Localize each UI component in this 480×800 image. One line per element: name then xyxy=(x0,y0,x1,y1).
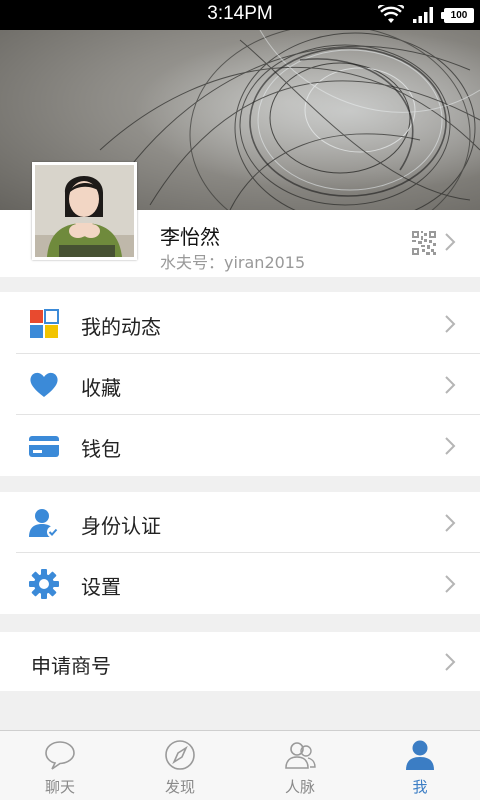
menu-group-business: 申请商号 xyxy=(0,632,480,691)
user-icon xyxy=(406,740,434,770)
menu-item-apply-business-account[interactable]: 申请商号 xyxy=(0,632,480,693)
tab-label: 人脉 xyxy=(284,778,315,796)
profile-name: 李怡然 xyxy=(160,225,220,249)
wifi-icon xyxy=(378,5,404,23)
menu-item-label: 钱包 xyxy=(81,437,121,461)
profile-id: 水夫号：yiran2015 xyxy=(160,253,306,272)
battery-icon: 100 xyxy=(441,7,474,23)
menu-item-favorites[interactable]: 收藏 xyxy=(0,354,480,415)
grid-squares-icon xyxy=(30,309,59,338)
menu-group-account: 身份认证 设置 xyxy=(0,492,480,614)
menu-item-label: 收藏 xyxy=(81,376,121,400)
verified-user-icon xyxy=(29,509,59,538)
menu-item-identity-verification[interactable]: 身份认证 xyxy=(0,492,480,553)
menu-item-wallet[interactable]: 钱包 xyxy=(0,415,480,476)
tab-contacts[interactable]: 人脉 xyxy=(240,731,360,800)
menu-item-label: 我的动态 xyxy=(81,315,161,339)
gear-icon xyxy=(29,569,59,599)
menu-item-settings[interactable]: 设置 xyxy=(0,553,480,614)
heart-icon xyxy=(30,372,58,397)
chevron-right-icon xyxy=(445,514,456,532)
tab-label: 我 xyxy=(412,778,428,796)
tab-discover[interactable]: 发现 xyxy=(120,731,240,800)
tab-label: 发现 xyxy=(164,778,195,796)
status-bar: 3:14PM 100 xyxy=(0,0,480,30)
status-icons: 100 xyxy=(378,4,474,26)
tab-label: 聊天 xyxy=(44,778,75,796)
tab-chat[interactable]: 聊天 xyxy=(0,731,120,800)
menu-item-label: 申请商号 xyxy=(31,654,111,678)
tab-me[interactable]: 我 xyxy=(360,731,480,800)
wallet-card-icon xyxy=(29,436,59,457)
menu-group-activity: 我的动态 收藏 钱包 xyxy=(0,292,480,476)
chevron-right-icon xyxy=(445,315,456,333)
menu-item-label: 身份认证 xyxy=(81,514,161,538)
chevron-right-icon xyxy=(445,575,456,593)
compass-icon xyxy=(165,740,195,770)
contacts-icon xyxy=(285,742,316,769)
chevron-right-icon xyxy=(445,437,456,455)
chevron-right-icon xyxy=(445,376,456,394)
menu-item-my-posts[interactable]: 我的动态 xyxy=(0,293,480,354)
qr-code-icon[interactable] xyxy=(412,231,436,255)
signal-icon xyxy=(413,7,433,23)
avatar[interactable] xyxy=(32,162,137,260)
bottom-tab-bar: 聊天 发现 人脉 我 xyxy=(0,730,480,800)
chevron-right-icon xyxy=(445,653,456,671)
chat-bubble-icon xyxy=(45,741,75,770)
chevron-right-icon xyxy=(445,233,456,251)
avatar-photo xyxy=(35,165,134,257)
menu-item-label: 设置 xyxy=(81,575,121,599)
